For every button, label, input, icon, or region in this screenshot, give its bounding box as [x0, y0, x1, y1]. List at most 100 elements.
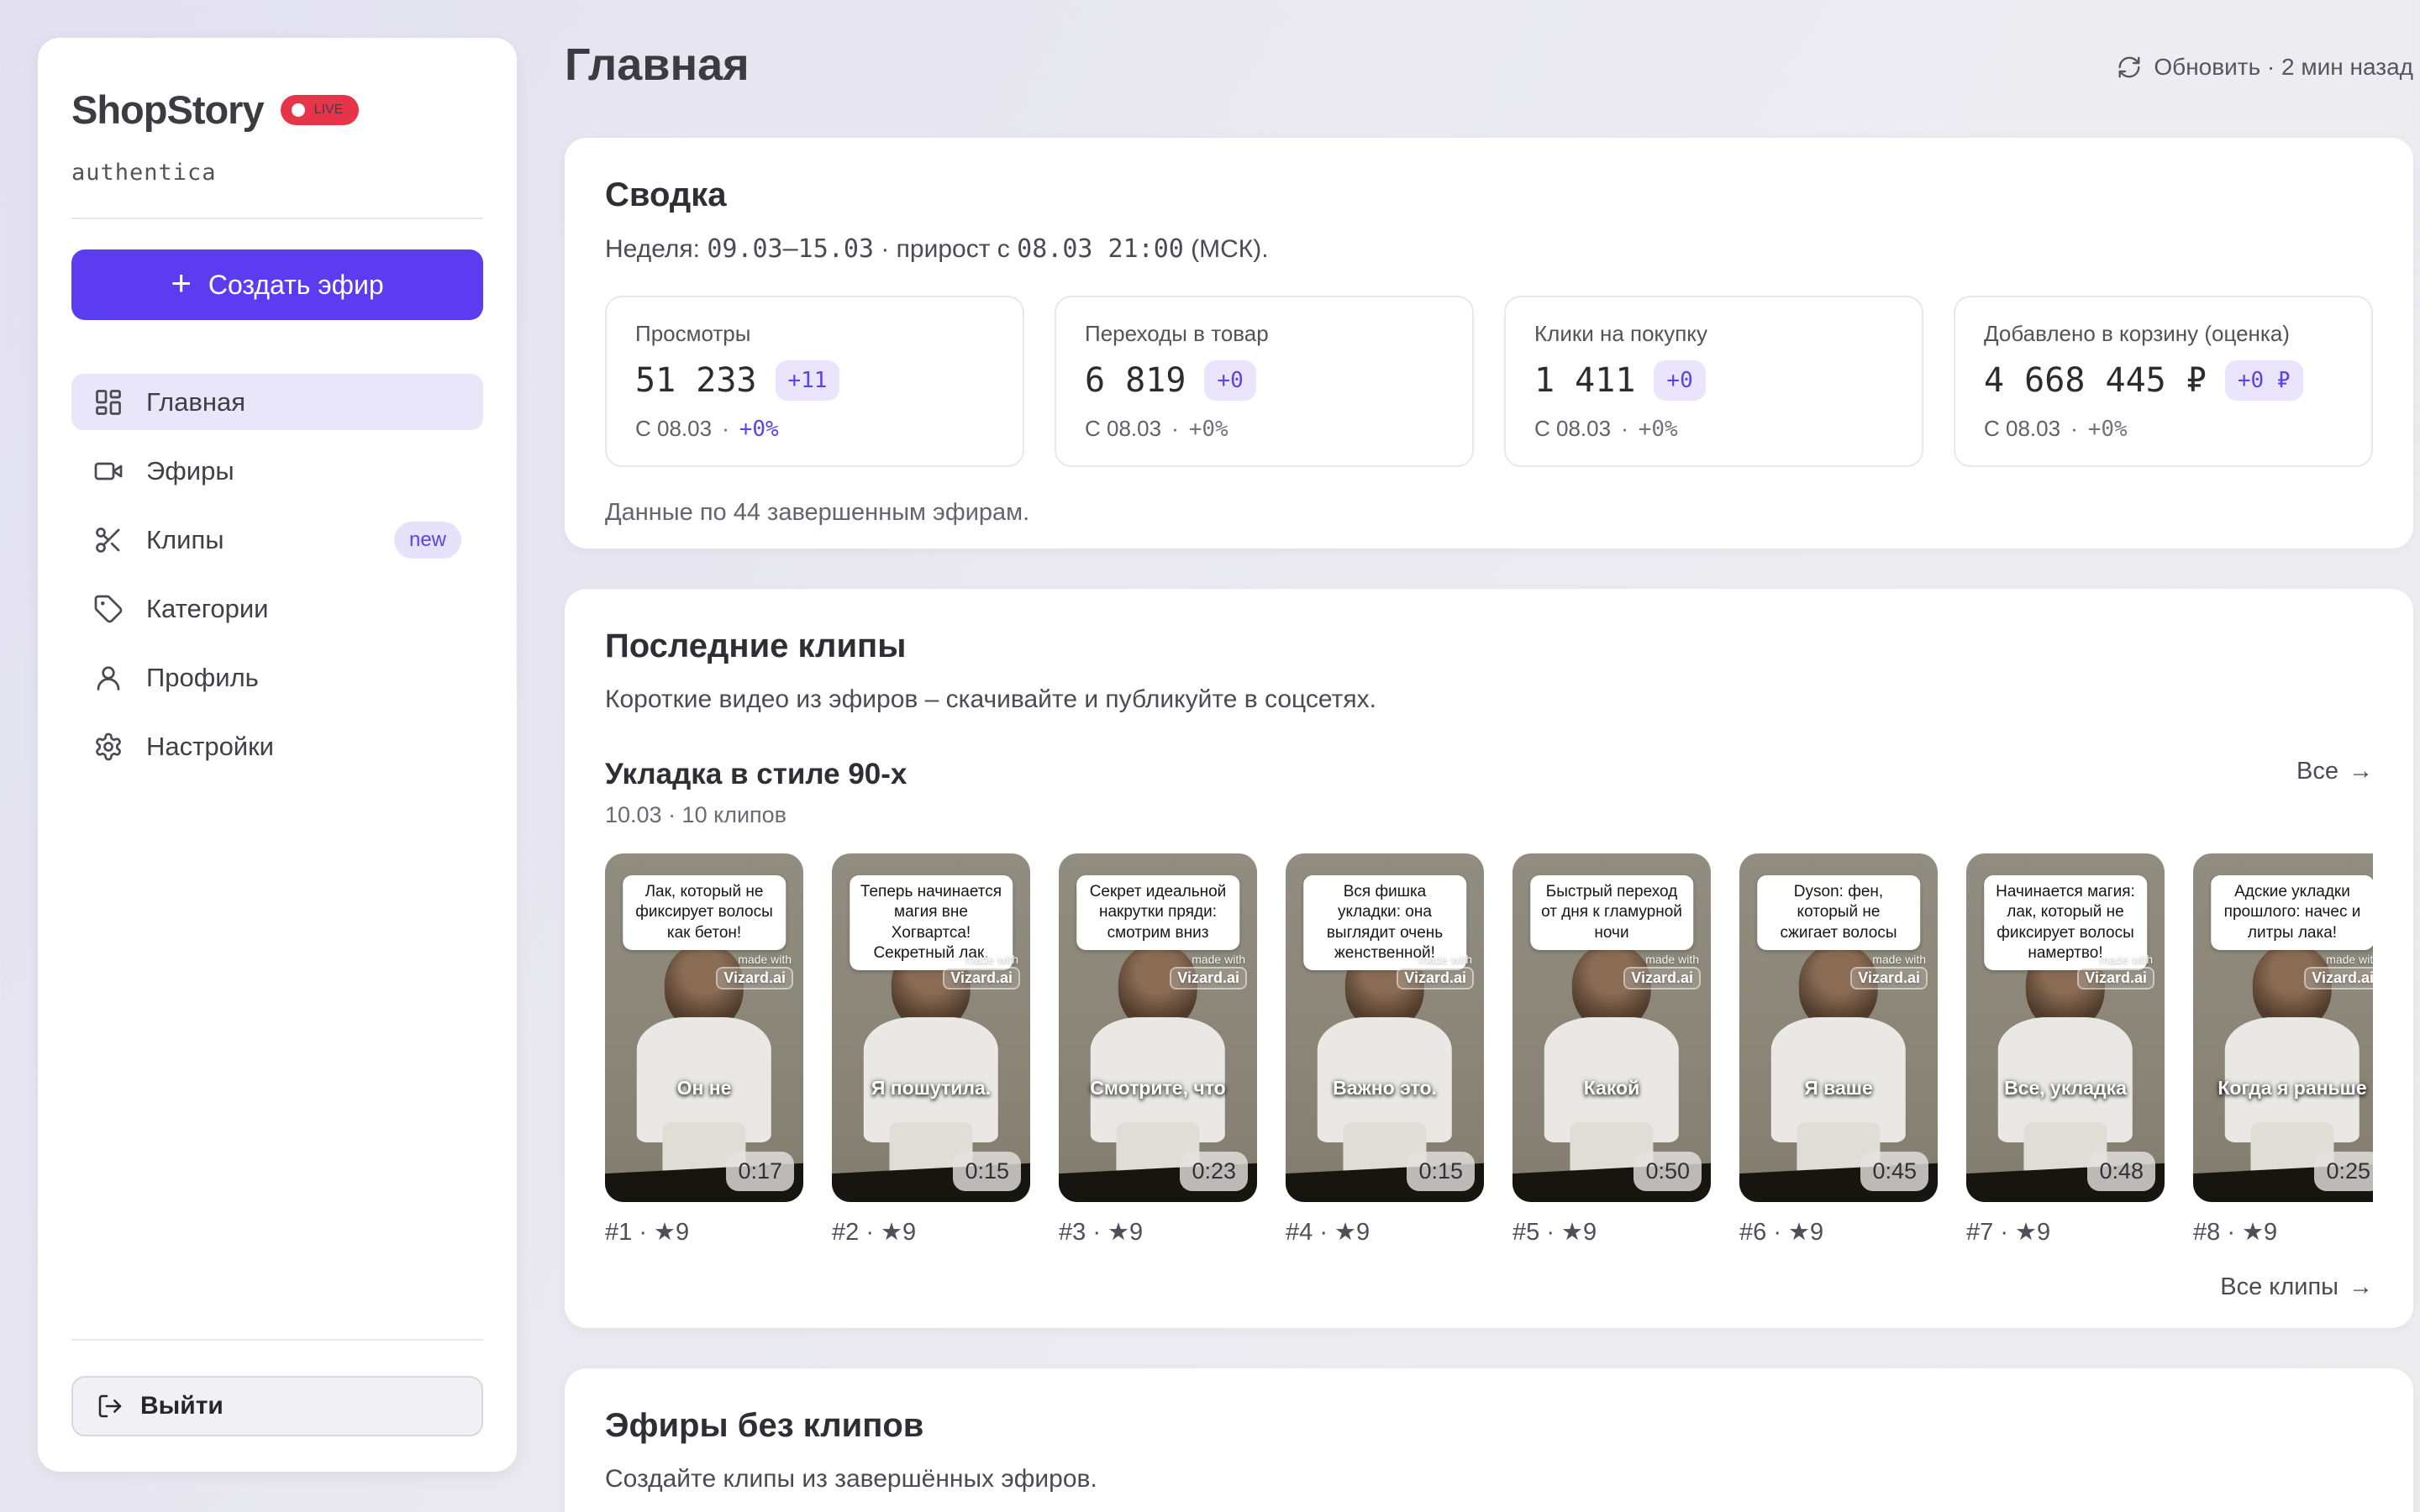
stat-dot: · — [722, 416, 729, 442]
watermark-made-with: made with — [2079, 953, 2153, 966]
sidebar-item-clips[interactable]: Клипы new — [71, 512, 483, 568]
dashboard-icon — [93, 387, 124, 417]
clip-meta: #4 · ★9 — [1286, 1217, 1484, 1247]
create-stream-button[interactable]: + Создать эфир — [71, 249, 483, 320]
stat-dot: · — [1171, 416, 1179, 442]
period-text: (МСК). — [1184, 235, 1269, 263]
clip-meta: #5 · ★9 — [1512, 1217, 1711, 1247]
stat-pct: +0% — [1639, 417, 1678, 442]
main-content: Сводка Неделя: 09.03–15.03 · прирост с 0… — [565, 138, 2413, 1512]
clips-subtitle: Короткие видео из эфиров – скачивайте и … — [605, 685, 2373, 714]
period-range: 09.03–15.03 — [707, 234, 874, 264]
stat-value: 1 411 — [1534, 361, 1635, 400]
clip-duration-badge: 0:48 — [2087, 1152, 2155, 1191]
stat-footer: С 08.03 · +0% — [635, 416, 994, 442]
clip-subtitle-overlay: Какой — [1512, 1077, 1711, 1100]
clip-card: Быстрый переход от дня к гламурной ночи … — [1512, 853, 1711, 1247]
summary-period: Неделя: 09.03–15.03 · прирост с 08.03 21… — [605, 234, 2373, 264]
vizard-watermark: made with Vizard.ai — [1852, 953, 1926, 988]
refresh-control[interactable]: Обновить · 2 мин назад — [2117, 54, 2413, 81]
stat-label: Переходы в товар — [1085, 321, 1444, 347]
clip-thumbnail[interactable]: Секрет идеальной накрутки пряди: смотрим… — [1059, 853, 1257, 1202]
stat-value: 4 668 445 ₽ — [1984, 361, 2207, 400]
clip-meta: #6 · ★9 — [1739, 1217, 1938, 1247]
clip-duration-badge: 0:50 — [1634, 1152, 1702, 1191]
clip-subtitle-overlay: Я пошутила. — [832, 1077, 1030, 1100]
watermark-brand: Vizard.ai — [718, 969, 792, 988]
vizard-watermark: made with Vizard.ai — [718, 953, 792, 988]
clip-top-caption: Адские укладки прошлого: начес и литры л… — [2211, 875, 2373, 950]
clip-card: Вся фишка укладки: она выглядит очень же… — [1286, 853, 1484, 1247]
stat-footer: С 08.03 · +0% — [1984, 416, 2343, 442]
clip-meta: #1 · ★9 — [605, 1217, 803, 1247]
live-badge: LIVE — [281, 95, 360, 125]
period-text: Неделя: — [605, 235, 707, 263]
clip-meta: #3 · ★9 — [1059, 1217, 1257, 1247]
clips-strip: Лак, который не фиксирует волосы как бет… — [605, 853, 2373, 1247]
clip-meta: #2 · ★9 — [832, 1217, 1030, 1247]
vizard-watermark: made with Vizard.ai — [2079, 953, 2153, 988]
clip-subtitle-overlay: Он не — [605, 1077, 803, 1100]
clip-card: Адские укладки прошлого: начес и литры л… — [2193, 853, 2373, 1247]
stat-label: Добавлено в корзину (оценка) — [1984, 321, 2343, 347]
clip-group-header: Укладка в стиле 90-х 10.03 · 10 клипов В… — [605, 758, 2373, 828]
clip-subtitle-overlay: Когда я раньше — [2193, 1077, 2373, 1100]
clip-thumbnail[interactable]: Начинается магия: лак, который не фиксир… — [1966, 853, 2165, 1202]
clip-thumbnail[interactable]: Вся фишка укладки: она выглядит очень же… — [1286, 853, 1484, 1202]
sidebar-item-settings[interactable]: Настройки — [71, 718, 483, 774]
noclips-title: Эфиры без клипов — [605, 1407, 2373, 1445]
clip-thumbnail[interactable]: Быстрый переход от дня к гламурной ночи … — [1512, 853, 1711, 1202]
stat-card: Добавлено в корзину (оценка) 4 668 445 ₽… — [1954, 296, 2373, 467]
watermark-brand: Vizard.ai — [944, 969, 1018, 988]
sidebar-bottom: Выйти — [71, 1307, 483, 1436]
stat-pct: +0% — [2088, 417, 2128, 442]
sidebar-item-label: Настройки — [146, 732, 274, 762]
watermark-brand: Vizard.ai — [1625, 969, 1699, 988]
sidebar-divider-bottom — [71, 1339, 483, 1341]
app-logo: ShopStory — [71, 87, 264, 133]
vizard-watermark: made with Vizard.ai — [1398, 953, 1472, 988]
sidebar-divider-top — [71, 218, 483, 219]
clip-thumbnail[interactable]: Теперь начинается магия вне Хогвартса! С… — [832, 853, 1030, 1202]
clip-duration-badge: 0:17 — [726, 1152, 794, 1191]
watermark-made-with: made with — [2306, 953, 2373, 966]
video-camera-icon — [93, 456, 124, 486]
clip-group-title: Укладка в стиле 90-х — [605, 758, 907, 791]
refresh-icon — [2117, 55, 2142, 80]
watermark-brand: Vizard.ai — [1852, 969, 1926, 988]
sidebar-item-label: Профиль — [146, 663, 259, 693]
watermark-made-with: made with — [1852, 953, 1926, 966]
sidebar-item-streams[interactable]: Эфиры — [71, 443, 483, 499]
stat-value-row: 4 668 445 ₽ +0 ₽ — [1984, 360, 2343, 401]
group-all-link[interactable]: Все → — [2296, 758, 2373, 785]
all-clips-row: Все клипы → — [605, 1273, 2373, 1301]
live-dot-icon — [292, 103, 305, 117]
vizard-watermark: made with Vizard.ai — [1625, 953, 1699, 988]
sidebar-item-categories[interactable]: Категории — [71, 580, 483, 637]
clip-subtitle-overlay: Я ваше — [1739, 1077, 1938, 1100]
stat-delta-badge: +0 ₽ — [2225, 360, 2303, 401]
arrow-right-icon: → — [2349, 1273, 2373, 1301]
stat-delta-badge: +0 — [1654, 360, 1705, 401]
clip-thumbnail[interactable]: Адские укладки прошлого: начес и литры л… — [2193, 853, 2373, 1202]
sidebar-item-home[interactable]: Главная — [71, 374, 483, 430]
clip-thumbnail[interactable]: Лак, который не фиксирует волосы как бет… — [605, 853, 803, 1202]
scissors-icon — [93, 525, 124, 555]
stat-delta-badge: +0 — [1204, 360, 1255, 401]
sidebar-menu: Главная Эфиры Клипы new Категории Профил… — [71, 374, 483, 774]
tag-icon — [93, 594, 124, 624]
clip-top-caption: Быстрый переход от дня к гламурной ночи — [1530, 875, 1693, 950]
workspace-name: authentica — [71, 160, 483, 186]
stat-since: С 08.03 — [1534, 416, 1611, 442]
logout-button[interactable]: Выйти — [71, 1376, 483, 1436]
clip-top-caption: Dyson: фен, который не сжигает волосы — [1757, 875, 1920, 950]
all-clips-link[interactable]: Все клипы → — [2220, 1273, 2373, 1301]
sidebar-item-profile[interactable]: Профиль — [71, 649, 483, 706]
group-all-label: Все — [2296, 758, 2338, 785]
clip-thumbnail[interactable]: Dyson: фен, который не сжигает волосы ma… — [1739, 853, 1938, 1202]
watermark-brand: Vizard.ai — [1171, 969, 1245, 988]
clip-duration-badge: 0:25 — [2314, 1152, 2373, 1191]
period-time: 08.03 21:00 — [1017, 234, 1184, 264]
watermark-made-with: made with — [718, 953, 792, 966]
stat-pct: +0% — [1189, 417, 1228, 442]
